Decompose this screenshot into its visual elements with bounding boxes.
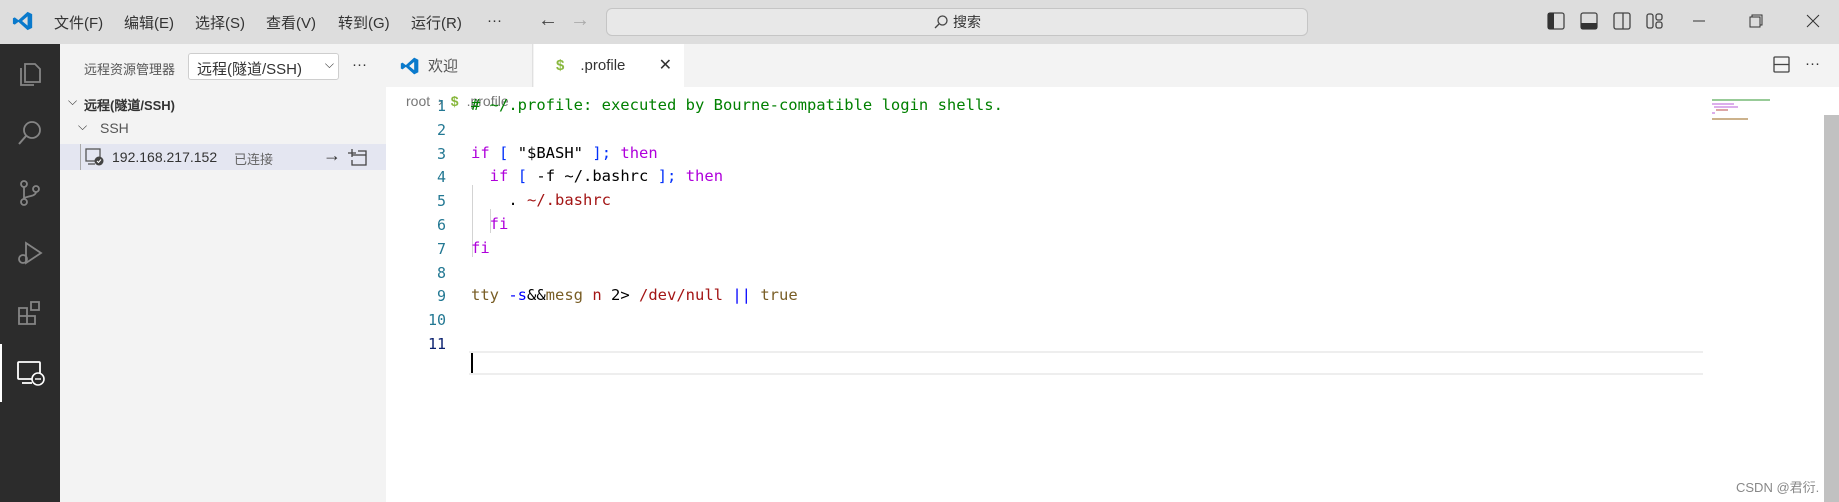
code-line: tty -s&&mesg n 2> /dev/null || true <box>471 286 798 304</box>
group-label: SSH <box>100 120 129 136</box>
search-view-icon[interactable] <box>0 104 60 162</box>
restore-icon[interactable] <box>1745 10 1767 32</box>
connect-in-new-window-icon[interactable] <box>348 147 368 167</box>
code-token: mesg <box>545 286 583 305</box>
menu-go[interactable]: 转到(G) <box>338 12 390 33</box>
shell-file-icon: $ <box>556 57 565 74</box>
title-bar: 文件(F) 编辑(E) 选择(S) 查看(V) 转到(G) 运行(R) ··· … <box>0 0 1839 44</box>
code-line: fi <box>471 215 509 233</box>
minimap[interactable] <box>1712 99 1772 123</box>
run-debug-icon[interactable] <box>0 224 60 282</box>
host-address: 192.168.217.152 <box>112 149 218 165</box>
toggle-secondary-sidebar-icon[interactable] <box>1611 10 1633 32</box>
vscode-logo-icon <box>12 11 33 31</box>
code-token: [ <box>517 167 528 186</box>
code-editor[interactable]: root › $ .profile 1 2 3 4 5 6 7 8 9 10 11 # ~/.pro… <box>386 87 1839 502</box>
vertical-scrollbar[interactable] <box>1824 115 1839 502</box>
search-placeholder: 搜索 <box>953 14 981 30</box>
close-window-icon[interactable] <box>1802 10 1824 32</box>
toggle-primary-sidebar-icon[interactable] <box>1545 10 1567 32</box>
dropdown-value: 远程(隧道/SSH) <box>197 61 303 78</box>
section-header[interactable]: ⌵ 远程(隧道/SSH) <box>60 92 386 114</box>
code-line: # ~/.profile: executed by Bourne-compati… <box>471 96 1003 114</box>
chevron-down-icon: ⌵ <box>68 94 78 108</box>
chevron-down-icon: ⌵ <box>78 119 88 133</box>
host-status: 已连接 <box>234 152 274 167</box>
code-token: # ~/.profile: executed by Bourne-compati… <box>471 96 1003 114</box>
editor-more-actions-icon[interactable]: ··· <box>1805 55 1820 72</box>
remote-explorer-sidebar: 远程资源管理器 远程(隧道/SSH) ⌵ ··· ⌵ 远程(隧道/SSH) ⌵ … <box>60 44 386 502</box>
chevron-down-icon: ⌵ <box>322 57 334 72</box>
code-line: if [ -f ~/.bashrc ]; then <box>471 167 723 185</box>
code-line: fi <box>471 239 490 257</box>
code-token: fi <box>471 238 490 257</box>
code-token: "$BASH" <box>508 143 593 162</box>
sidebar-title: 远程资源管理器 <box>84 62 176 77</box>
code-token: ~/.bashrc <box>527 191 611 210</box>
search-box[interactable]: 搜索 <box>606 8 1308 36</box>
code-token: then <box>620 143 658 162</box>
code-lines: # ~/.profile: executed by Bourne-compati… <box>386 87 1686 387</box>
code-token: || <box>723 286 761 305</box>
code-token: if <box>489 167 509 186</box>
code-token: ]; <box>592 143 612 162</box>
section-title: 远程(隧道/SSH) <box>84 98 176 113</box>
code-line: if [ "$BASH" ]; then <box>471 144 658 162</box>
code-token: && <box>527 286 546 305</box>
code-token: [ <box>499 143 509 162</box>
search-icon <box>934 15 948 29</box>
tab-label: 欢迎 <box>428 58 459 75</box>
menu-file[interactable]: 文件(F) <box>54 12 103 33</box>
indent-guide <box>80 144 81 170</box>
code-token: then <box>685 167 724 186</box>
split-editor-icon[interactable] <box>1773 56 1791 74</box>
code-token: true <box>760 286 798 305</box>
toggle-panel-icon[interactable] <box>1578 10 1600 32</box>
connect-in-current-window-icon[interactable]: → <box>323 145 341 166</box>
code-token: . <box>471 191 527 210</box>
more-actions-button[interactable]: ··· <box>352 56 367 73</box>
tab-welcome[interactable]: 欢迎 <box>386 44 533 87</box>
explorer-icon[interactable] <box>0 45 60 103</box>
activity-bar <box>0 44 60 502</box>
vscode-logo-icon <box>400 57 419 74</box>
source-control-icon[interactable] <box>0 164 60 222</box>
code-line: . ~/.bashrc <box>471 191 611 209</box>
code-token: /dev/null <box>639 286 723 305</box>
forward-arrow-icon[interactable]: → <box>570 9 590 32</box>
code-token: ]; <box>657 167 677 186</box>
code-token: n <box>583 286 611 305</box>
code-token: -s <box>499 286 527 305</box>
remote-connected-icon <box>85 148 104 166</box>
tab-profile[interactable]: $ .profile ✕ <box>534 44 684 87</box>
code-token: if <box>471 143 490 162</box>
watermark: CSDN @君衍. <box>1736 480 1820 495</box>
customize-layout-icon[interactable] <box>1644 10 1666 32</box>
editor-tab-bar: 欢迎 $ .profile ✕ ··· <box>386 44 1839 87</box>
menu-edit[interactable]: 编辑(E) <box>124 12 174 33</box>
remote-explorer-icon[interactable] <box>0 344 60 402</box>
menu-view[interactable]: 查看(V) <box>266 12 316 33</box>
tab-label: .profile <box>580 57 626 74</box>
remote-type-dropdown[interactable]: 远程(隧道/SSH) ⌵ <box>188 53 339 80</box>
menu-more[interactable]: ··· <box>487 12 502 29</box>
host-row[interactable]: 192.168.217.152 已连接 → <box>60 144 386 170</box>
code-token: tty <box>471 286 499 305</box>
menu-selection[interactable]: 选择(S) <box>195 12 245 33</box>
close-tab-icon[interactable]: ✕ <box>659 55 672 75</box>
menu-run[interactable]: 运行(R) <box>411 12 462 33</box>
code-token: fi <box>489 215 509 233</box>
minimize-icon[interactable] <box>1688 10 1710 32</box>
back-arrow-icon[interactable]: ← <box>538 9 558 32</box>
ssh-group[interactable]: ⌵ SSH <box>60 117 386 139</box>
code-token: 2> <box>611 286 639 305</box>
code-token: -f ~/.bashrc <box>527 167 658 186</box>
extensions-icon[interactable] <box>0 284 60 342</box>
